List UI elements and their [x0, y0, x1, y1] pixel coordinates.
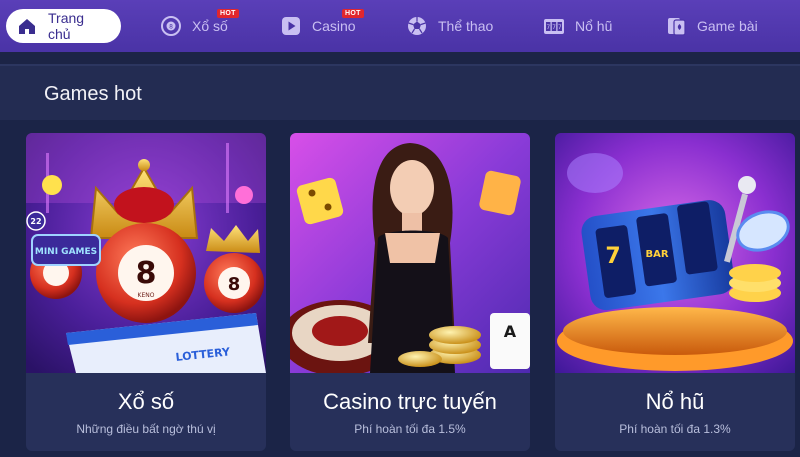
slots-artwork: 7 BAR [555, 133, 795, 373]
playing-cards-icon [665, 15, 687, 37]
game-card-lottery[interactable]: 8 KENO 8 MINI GAMES 22 LOTTERY Xổ số Nhữ… [26, 133, 266, 451]
play-icon [280, 15, 302, 37]
slot-symbol-seven: 7 [605, 244, 620, 269]
nav-item-label: Thể thao [438, 18, 494, 34]
nav-item-sports[interactable]: Thể thao [406, 0, 493, 52]
card-title: Nổ hũ [645, 389, 705, 414]
nav-item-label: Trang chủ [48, 10, 85, 42]
soccer-ball-icon [406, 15, 428, 37]
card-title: Xổ số [117, 389, 175, 414]
card-title: Casino trực tuyến [323, 389, 497, 414]
svg-text:7: 7 [552, 24, 556, 31]
nav-item-lottery[interactable]: 8 Xổ số HOT [160, 0, 239, 52]
ball-number: 8 [136, 256, 157, 291]
section-title: Games hot [44, 83, 142, 105]
lottery-ball-icon: 8 [160, 15, 182, 37]
nav-item-slots[interactable]: 777 Nổ hũ [543, 0, 612, 52]
slot-symbol-bar: BAR [645, 249, 668, 260]
hot-badge: HOT [342, 9, 364, 18]
home-icon [16, 15, 38, 37]
game-card-casino[interactable]: A Casino trực tuyến Phí hoàn tối đa 1.5% [290, 133, 530, 451]
ace-card-label: A [504, 322, 517, 341]
keno-label: KENO [138, 292, 155, 299]
slot-machine-icon: 777 [543, 15, 565, 37]
mini-games-count: 22 [30, 217, 41, 226]
nav-item-label: Game bài [697, 18, 758, 34]
nav-item-home[interactable]: Trang chủ [6, 9, 121, 43]
nav-item-casino[interactable]: Casino HOT [280, 0, 364, 52]
nav-item-label: Xổ số [192, 18, 228, 34]
section-header: Games hot [0, 64, 800, 120]
nav-item-label: Casino [312, 18, 356, 34]
nav-item-label: Nổ hũ [575, 18, 613, 34]
svg-text:7: 7 [558, 24, 562, 31]
casino-artwork: A [290, 133, 530, 373]
card-subtitle: Những điều bất ngờ thú vị [76, 422, 216, 436]
card-subtitle: Phí hoàn tối đa 1.5% [354, 422, 466, 436]
lottery-artwork: 8 KENO 8 MINI GAMES 22 LOTTERY [26, 133, 266, 373]
svg-text:7: 7 [546, 24, 550, 31]
game-card-slots[interactable]: 7 BAR Nổ hũ Phí hoàn tối đa 1.3% [555, 133, 795, 451]
hot-badge: HOT [217, 9, 239, 18]
card-subtitle: Phí hoàn tối đa 1.3% [619, 422, 731, 436]
top-navigation: Trang chủ 8 Xổ số HOT Casino HOT Thể tha… [0, 0, 800, 52]
mini-games-label: MINI GAMES [35, 247, 97, 257]
ball-number: 8 [228, 274, 241, 295]
svg-text:8: 8 [169, 24, 173, 31]
nav-item-card-games[interactable]: Game bài [665, 0, 758, 52]
